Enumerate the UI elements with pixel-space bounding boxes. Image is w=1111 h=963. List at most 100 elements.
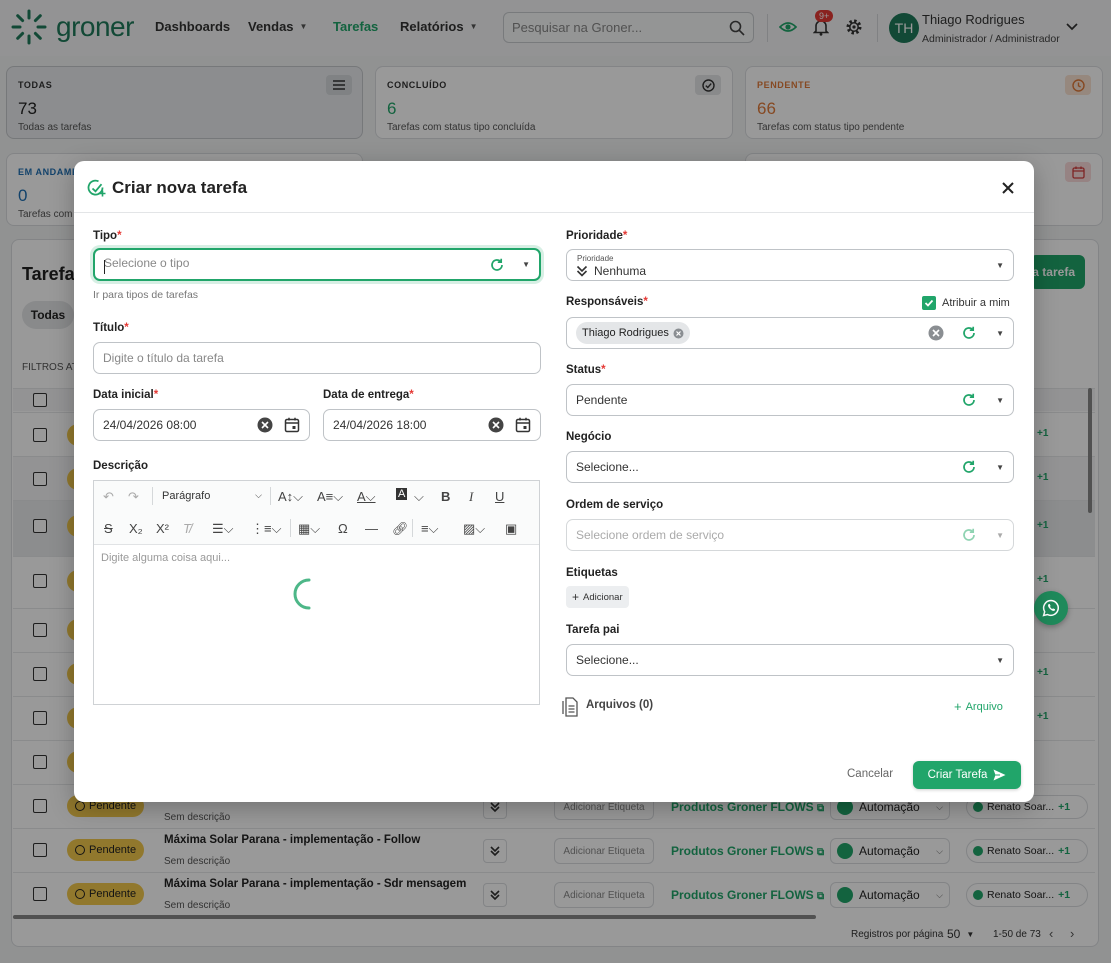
calendar-icon[interactable] <box>515 417 531 433</box>
font-color-icon[interactable]: A⌵ <box>357 489 376 505</box>
tipo-label-text: Tipo <box>93 230 118 242</box>
status-label: Status* <box>566 364 606 376</box>
tipo-placeholder: Selecione o tipo <box>104 256 190 270</box>
refresh-icon[interactable] <box>962 326 976 340</box>
task-add-icon <box>87 179 106 197</box>
create-task-button[interactable]: Criar Tarefa <box>913 761 1021 789</box>
assign-me-checkbox[interactable]: Atribuir a mim <box>922 296 1010 310</box>
add-tag-button[interactable]: + Adicionar <box>566 586 629 608</box>
required-mark: * <box>153 389 159 401</box>
descricao-label: Descrição <box>93 460 148 472</box>
rich-text-editor[interactable]: ↶ ↷ Parágrafo ⌵ A↕⌵ A≡⌵ A⌵ A ⌵ B I U S X₂ … <box>93 480 540 705</box>
chevron-down-icon[interactable]: ⌵ <box>414 489 424 505</box>
modal-title: Criar nova tarefa <box>112 178 248 197</box>
clear-icon[interactable] <box>488 417 504 433</box>
paragraph-label: Parágrafo <box>162 490 211 502</box>
status-value: Pendente <box>576 393 628 407</box>
superscript-icon[interactable]: X² <box>156 521 169 536</box>
whatsapp-button[interactable] <box>1034 591 1068 625</box>
undo-icon[interactable]: ↶ <box>103 489 114 505</box>
caret-down-icon[interactable]: ▼ <box>996 656 1004 665</box>
ordem-servico-select[interactable]: Selecione ordem de serviço ▼ <box>566 519 1014 551</box>
close-icon[interactable] <box>1002 182 1014 194</box>
data-inicial-label-text: Data inicial <box>93 389 154 401</box>
arquivos-label: Arquivos (0) <box>586 699 654 711</box>
table-icon[interactable]: ▦⌵ <box>298 521 320 537</box>
responsaveis-select[interactable]: Thiago Rodrigues ▼ <box>566 317 1014 349</box>
cancel-button[interactable]: Cancelar <box>847 768 893 780</box>
align-icon[interactable]: ≡⌵ <box>421 521 438 537</box>
clear-format-icon[interactable]: T̸ <box>183 521 191 536</box>
tarefa-pai-label: Tarefa pai <box>566 624 620 636</box>
tipo-hint-link[interactable]: Ir para tipos de tarefas <box>93 289 198 301</box>
add-file-button[interactable]: + Arquivo <box>954 699 1003 714</box>
clear-icon[interactable] <box>257 417 273 433</box>
create-task-modal: Criar nova tarefa Tipo* Selecione o tipo… <box>74 161 1034 802</box>
special-char-icon[interactable]: Ω <box>338 521 348 536</box>
link-icon[interactable]: 🔗︎ <box>392 521 409 537</box>
negocio-label: Negócio <box>566 431 612 443</box>
responsaveis-label-text: Responsáveis <box>566 296 644 308</box>
refresh-icon[interactable] <box>962 460 976 474</box>
tarefa-pai-placeholder: Selecione... <box>576 653 639 667</box>
chip-remove-icon[interactable] <box>673 328 684 339</box>
font-family-icon[interactable]: A≡⌵ <box>317 489 343 505</box>
prioridade-value: Nenhuma <box>594 263 647 278</box>
caret-down-icon[interactable]: ▼ <box>996 329 1004 338</box>
toolbar-divider <box>412 519 413 537</box>
paragraph-select[interactable]: Parágrafo ⌵ <box>162 490 262 502</box>
required-mark: * <box>601 364 606 376</box>
redo-icon[interactable]: ↷ <box>128 489 139 505</box>
status-select[interactable]: Pendente ▼ <box>566 384 1014 416</box>
bullet-list-icon[interactable]: ☰⌵ <box>212 521 234 537</box>
prioridade-label: Prioridade* <box>566 230 627 242</box>
data-entrega-input[interactable]: 24/04/2026 18:00 <box>323 409 541 441</box>
tarefa-pai-select[interactable]: Selecione... ▼ <box>566 644 1014 676</box>
data-entrega-value: 24/04/2026 18:00 <box>333 418 427 432</box>
image-upload-icon[interactable]: ▨⌵ <box>463 521 485 537</box>
create-task-label: Criar Tarefa <box>927 769 988 781</box>
negocio-select[interactable]: Selecione... ▼ <box>566 451 1014 483</box>
caret-down-icon[interactable]: ▼ <box>996 261 1004 270</box>
media-icon[interactable]: ▣ <box>505 521 517 537</box>
data-inicial-input[interactable]: 24/04/2026 08:00 <box>93 409 310 441</box>
assign-me-label: Atribuir a mim <box>942 297 1010 309</box>
add-tag-label: Adicionar <box>583 591 623 603</box>
responsible-chip: Thiago Rodrigues <box>576 322 690 344</box>
horizontal-line-icon[interactable]: — <box>365 521 378 536</box>
highlight-icon[interactable]: A <box>396 488 408 500</box>
toolbar-divider <box>270 487 271 505</box>
checkbox-checked-icon <box>922 296 936 310</box>
font-size-icon[interactable]: A↕⌵ <box>278 489 303 505</box>
double-chevron-down-icon <box>576 265 588 277</box>
numbered-list-icon[interactable]: ⋮≡⌵ <box>251 521 281 537</box>
refresh-icon[interactable] <box>490 258 504 272</box>
add-file-label: Arquivo <box>965 700 1003 713</box>
chevron-down-icon: ⌵ <box>255 490 262 500</box>
toolbar-divider <box>152 487 153 505</box>
header-divider <box>74 212 1034 213</box>
bold-icon[interactable]: B <box>441 489 450 504</box>
subscript-icon[interactable]: X₂ <box>129 521 143 536</box>
tipo-select[interactable]: Selecione o tipo ▼ <box>93 248 541 281</box>
titulo-input[interactable]: Digite o título da tarefa <box>93 342 541 374</box>
ordem-servico-label: Ordem de serviço <box>566 499 664 511</box>
required-mark: * <box>117 230 122 242</box>
prioridade-select[interactable]: Prioridade Nenhuma ▼ <box>566 249 1014 281</box>
calendar-icon[interactable] <box>284 417 300 433</box>
strikethrough-icon[interactable]: S <box>104 521 113 536</box>
italic-icon[interactable]: I <box>469 489 473 505</box>
caret-down-icon[interactable]: ▼ <box>996 463 1004 472</box>
clear-icon[interactable] <box>928 325 944 341</box>
refresh-icon[interactable] <box>962 393 976 407</box>
caret-down-icon[interactable]: ▼ <box>522 260 530 269</box>
underline-icon[interactable]: U <box>495 489 504 504</box>
refresh-icon[interactable] <box>962 528 976 542</box>
caret-down-icon[interactable]: ▼ <box>996 396 1004 405</box>
required-mark: * <box>409 389 414 401</box>
status-label-text: Status <box>566 364 602 376</box>
text-cursor <box>104 260 105 274</box>
responsaveis-label: Responsáveis* <box>566 296 648 308</box>
tipo-label: Tipo* <box>93 230 122 242</box>
caret-down-icon[interactable]: ▼ <box>996 531 1004 540</box>
